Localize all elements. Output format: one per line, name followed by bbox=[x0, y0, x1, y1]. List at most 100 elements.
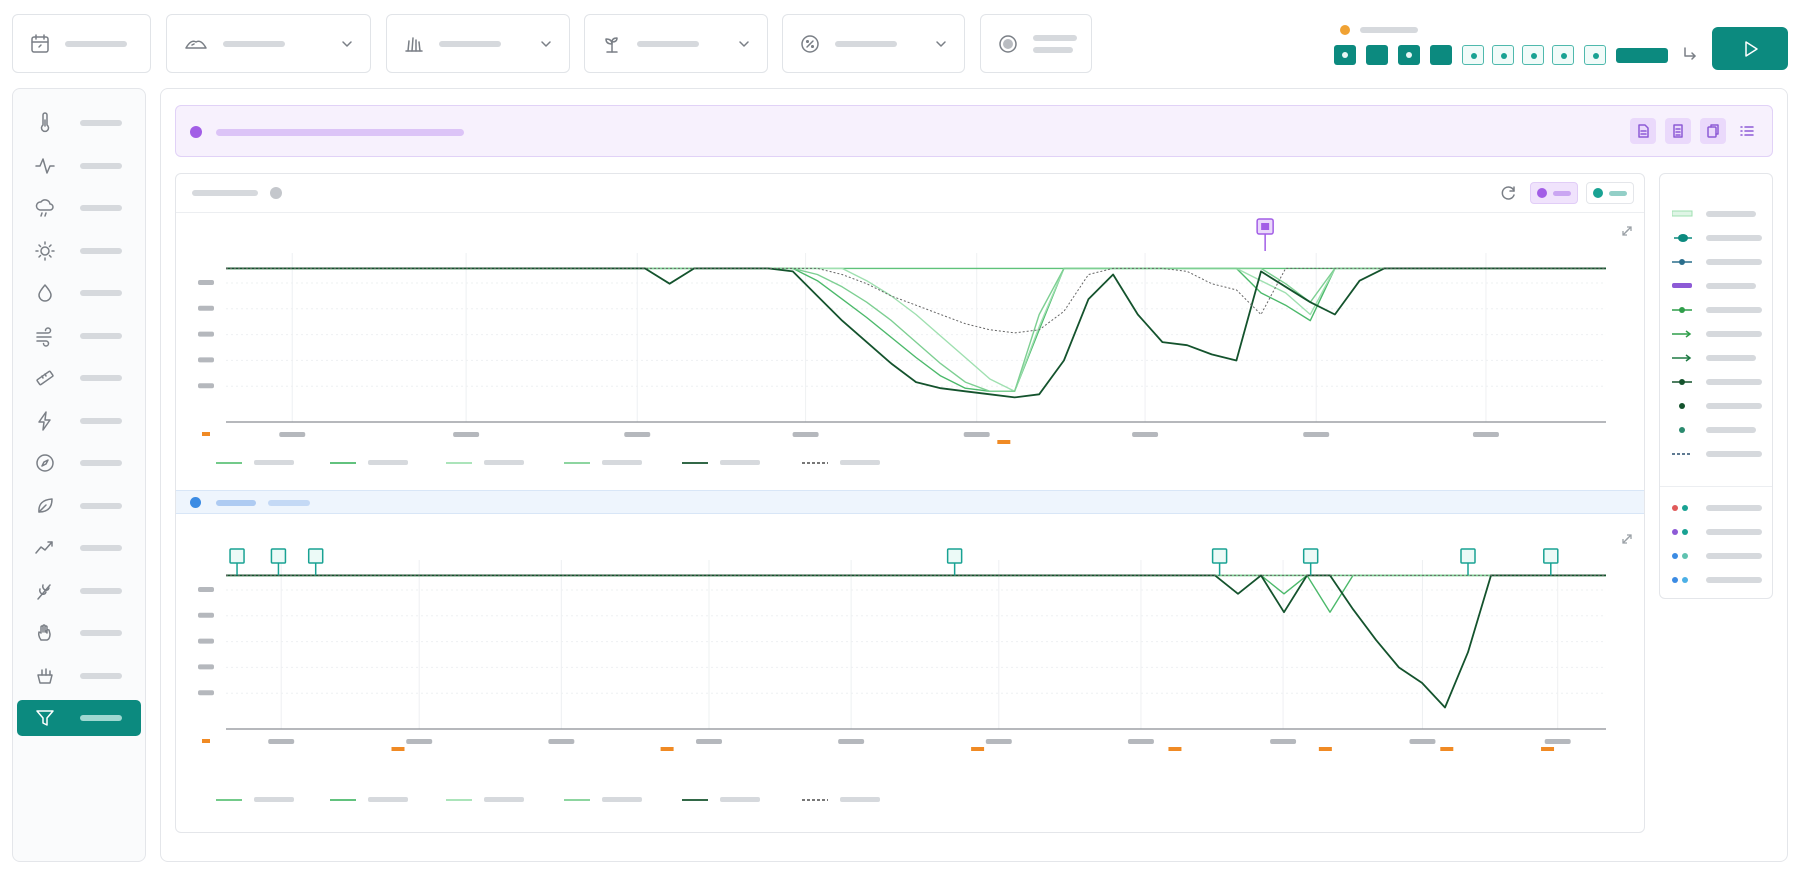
legend-pair-item[interactable] bbox=[1672, 525, 1764, 539]
legend-label bbox=[1706, 355, 1756, 361]
top-chart bbox=[198, 218, 1632, 465]
step-2[interactable] bbox=[1366, 45, 1388, 65]
x-tick-accent bbox=[1318, 747, 1332, 751]
legend-symbol bbox=[1672, 259, 1692, 265]
document-button[interactable] bbox=[1630, 118, 1656, 144]
legend-label-6 bbox=[840, 460, 880, 465]
series-chip-purple[interactable] bbox=[1530, 182, 1578, 204]
step-5[interactable] bbox=[1462, 45, 1484, 65]
legend-symbol bbox=[1672, 379, 1692, 385]
legend-label bbox=[1706, 577, 1762, 583]
step-4[interactable] bbox=[1430, 45, 1452, 65]
legend-item[interactable] bbox=[1672, 423, 1764, 437]
sidebar-item-label bbox=[80, 672, 122, 679]
legend-item[interactable] bbox=[1672, 447, 1764, 461]
sidebar-item-cloud-rain[interactable] bbox=[17, 190, 141, 226]
x-tick-label bbox=[1472, 432, 1499, 437]
panel-title bbox=[192, 190, 258, 196]
legend-pair-item[interactable] bbox=[1672, 573, 1764, 587]
legend-pair-item[interactable] bbox=[1672, 549, 1764, 563]
legend-label bbox=[1706, 331, 1762, 337]
sun-icon bbox=[34, 240, 56, 262]
step-9[interactable] bbox=[1584, 45, 1606, 65]
legend-item[interactable] bbox=[1672, 327, 1764, 341]
expand-icon[interactable] bbox=[1622, 534, 1632, 544]
legend-label bbox=[1706, 529, 1762, 535]
legend-item[interactable] bbox=[1672, 279, 1764, 293]
filter-icon bbox=[34, 707, 56, 729]
sidebar-item-filter[interactable] bbox=[17, 700, 141, 736]
sidebar-item-trend[interactable] bbox=[17, 530, 141, 566]
expand-icon[interactable] bbox=[1622, 226, 1632, 236]
weather-dropdown[interactable] bbox=[166, 14, 371, 73]
sidebar-item-ruler[interactable] bbox=[17, 360, 141, 396]
x-tick-label bbox=[696, 739, 722, 744]
sidebar-item-compass[interactable] bbox=[17, 445, 141, 481]
x-tick-accent bbox=[660, 747, 674, 751]
legend-label-4 bbox=[602, 797, 642, 802]
legend-item[interactable] bbox=[1672, 351, 1764, 365]
sidebar-item-sun[interactable] bbox=[17, 233, 141, 269]
leaf-icon bbox=[34, 495, 56, 517]
legend-label bbox=[1706, 307, 1762, 313]
sidebar-item-label bbox=[80, 587, 122, 594]
plant-dropdown[interactable] bbox=[584, 14, 768, 73]
legend-item[interactable] bbox=[1672, 399, 1764, 413]
legend-item[interactable] bbox=[1672, 207, 1764, 221]
series-line-5 bbox=[226, 267, 1606, 399]
sidebar-item-thermometer[interactable] bbox=[17, 105, 141, 141]
legend-label-1 bbox=[254, 460, 294, 465]
sidebar-item-planter[interactable] bbox=[17, 658, 141, 694]
wheat-icon bbox=[34, 580, 56, 602]
step-3[interactable] bbox=[1398, 45, 1420, 65]
droplet-icon bbox=[34, 282, 56, 304]
copy-icon bbox=[1705, 123, 1721, 139]
sidebar-item-label bbox=[80, 247, 122, 254]
run-button[interactable] bbox=[1712, 27, 1788, 70]
sidebar-item-label bbox=[80, 715, 122, 721]
legend-pair-item[interactable] bbox=[1672, 501, 1764, 515]
legend-item[interactable] bbox=[1672, 255, 1764, 269]
sidebar-item-label bbox=[80, 545, 122, 551]
x-tick-label bbox=[1544, 739, 1571, 744]
legend-label bbox=[1706, 283, 1756, 289]
x-tick-label bbox=[406, 739, 433, 744]
document-lines-button[interactable] bbox=[1665, 118, 1691, 144]
step-1[interactable] bbox=[1334, 45, 1356, 65]
toggle-option[interactable] bbox=[980, 14, 1092, 73]
crop-dropdown[interactable] bbox=[386, 14, 570, 73]
legend-item[interactable] bbox=[1672, 303, 1764, 317]
sidebar-item-wind[interactable] bbox=[17, 318, 141, 354]
chevron-down-icon bbox=[934, 37, 948, 51]
sidebar-item-lightning[interactable] bbox=[17, 403, 141, 439]
series-chip-teal[interactable] bbox=[1586, 182, 1634, 204]
charts-panel bbox=[175, 173, 1645, 833]
legend-item[interactable] bbox=[1672, 231, 1764, 245]
sidebar-item-leaf[interactable] bbox=[17, 488, 141, 524]
step-7[interactable] bbox=[1522, 45, 1544, 65]
x-tick-accent bbox=[997, 440, 1011, 444]
sidebar-item-droplet[interactable] bbox=[17, 275, 141, 311]
list-button[interactable] bbox=[1734, 118, 1760, 144]
copy-button[interactable] bbox=[1700, 118, 1726, 144]
grass-icon bbox=[403, 33, 425, 55]
weather-dropdown-value bbox=[223, 40, 285, 47]
legend-label-3 bbox=[484, 797, 524, 802]
compass-icon bbox=[34, 452, 56, 474]
legend-label bbox=[1706, 211, 1756, 217]
legend-label bbox=[1706, 553, 1762, 559]
sidebar-item-hand[interactable] bbox=[17, 615, 141, 651]
y-tick-label bbox=[198, 587, 214, 592]
date-filter[interactable] bbox=[12, 14, 151, 73]
series-line-3 bbox=[226, 267, 1606, 393]
info-banner bbox=[175, 105, 1773, 157]
event-marker-inner bbox=[1261, 223, 1270, 230]
percent-dropdown[interactable] bbox=[782, 14, 965, 73]
step-8[interactable] bbox=[1552, 45, 1574, 65]
step-6[interactable] bbox=[1492, 45, 1514, 65]
legend-item[interactable] bbox=[1672, 375, 1764, 389]
y-tick-label bbox=[198, 383, 214, 389]
sidebar-item-pulse[interactable] bbox=[17, 148, 141, 184]
refresh-icon[interactable] bbox=[1500, 184, 1518, 202]
sidebar-item-wheat[interactable] bbox=[17, 573, 141, 609]
